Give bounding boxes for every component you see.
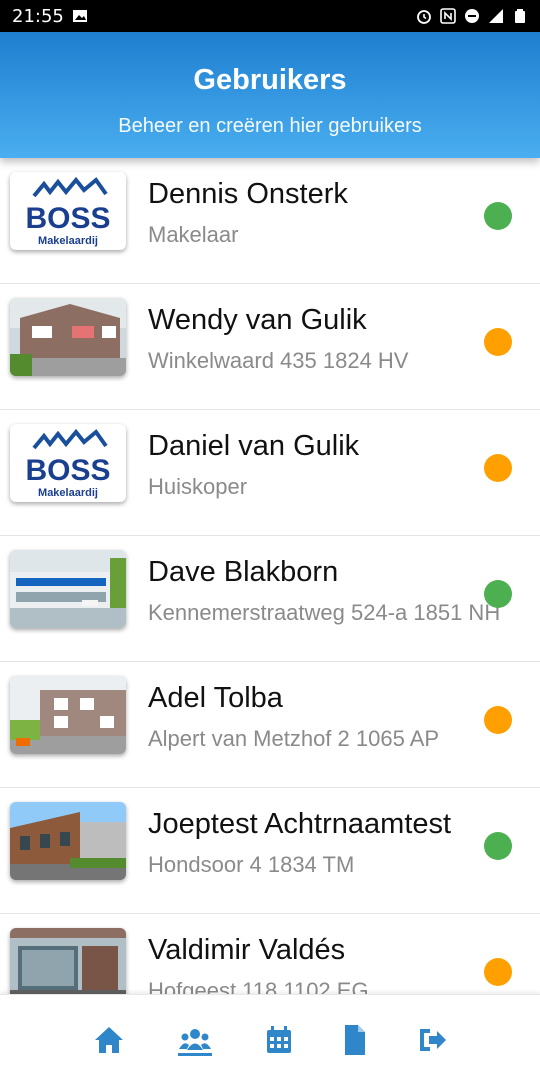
property-photo — [10, 928, 126, 994]
user-row[interactable]: Joeptest Achtrnaamtest Hondsoor 4 1834 TM — [0, 788, 540, 914]
status-indicator — [484, 832, 512, 860]
signal-icon — [488, 8, 504, 24]
property-photo — [10, 802, 126, 880]
do-not-disturb-icon — [464, 8, 480, 24]
user-name: Adel Tolba — [148, 682, 283, 714]
user-name: Valdimir Valdés — [148, 934, 346, 966]
alarm-icon — [416, 8, 432, 24]
nfc-icon — [440, 8, 456, 24]
status-indicator — [484, 706, 512, 734]
status-bar: 21:55 — [0, 0, 540, 32]
user-name: Joeptest Achtrnaamtest — [148, 808, 452, 840]
svg-text:Makelaardij: Makelaardij — [38, 235, 98, 247]
company-logo: BOSS Makelaardij — [10, 172, 126, 250]
property-photo — [10, 676, 126, 754]
svg-text:BOSS: BOSS — [25, 454, 110, 487]
property-photo — [10, 550, 126, 628]
status-indicator — [484, 202, 512, 230]
user-subtitle: Alpert van Metzhof 2 1065 AP — [148, 726, 440, 751]
svg-text:Makelaardij: Makelaardij — [38, 487, 98, 499]
document-icon[interactable] — [338, 1023, 372, 1057]
user-subtitle: Winkelwaard 435 1824 HV — [148, 348, 409, 373]
user-row[interactable]: Dave Blakborn Kennemerstraatweg 524-a 185… — [0, 536, 540, 662]
calendar-icon[interactable] — [262, 1023, 296, 1057]
user-row[interactable]: Adel Tolba Alpert van Metzhof 2 1065 AP — [0, 662, 540, 788]
status-time: 21:55 — [12, 5, 64, 27]
status-indicator — [484, 454, 512, 482]
user-row[interactable]: BOSS Makelaardij Daniel van Gulik Huiskoper — [0, 410, 540, 536]
battery-icon — [512, 8, 528, 24]
user-subtitle: Makelaar — [148, 222, 239, 247]
user-name: Wendy van Gulik — [148, 304, 367, 336]
user-subtitle: Huiskoper — [148, 474, 248, 499]
status-indicator — [484, 328, 512, 356]
property-photo — [10, 298, 126, 376]
home-icon[interactable] — [92, 1023, 126, 1057]
company-logo: BOSS Makelaardij — [10, 424, 126, 502]
logout-icon[interactable] — [416, 1023, 450, 1057]
user-subtitle: Hofgeest 118 1102 EG — [148, 978, 369, 994]
svg-text:BOSS: BOSS — [25, 202, 110, 235]
user-name: Daniel van Gulik — [148, 430, 360, 462]
bottom-tab-bar — [0, 994, 540, 1080]
user-row[interactable]: Valdimir Valdés Hofgeest 118 1102 EG — [0, 914, 540, 994]
user-subtitle: Kennemerstraatweg 524-a 1851 NH — [148, 600, 501, 625]
page-subtitle: Beheer en creëren hier gebruikers — [118, 115, 422, 137]
user-subtitle: Hondsoor 4 1834 TM — [148, 852, 355, 877]
status-indicator — [484, 958, 512, 986]
user-name: Dennis Onsterk — [148, 178, 348, 210]
status-indicator — [484, 580, 512, 608]
active-tab-indicator — [178, 1053, 212, 1056]
users-icon[interactable] — [178, 1023, 212, 1057]
user-row[interactable]: Wendy van Gulik Winkelwaard 435 1824 HV — [0, 284, 540, 410]
user-name: Dave Blakborn — [148, 556, 339, 588]
page-header: Gebruikers Beheer en creëren hier gebrui… — [0, 32, 540, 158]
user-list[interactable]: BOSS Makelaardij Dennis Onsterk Makelaar Wen… — [0, 158, 540, 994]
image-notification-icon — [72, 8, 88, 24]
user-row[interactable]: BOSS Makelaardij Dennis Onsterk Makelaar — [0, 158, 540, 284]
page-title: Gebruikers — [193, 64, 347, 96]
